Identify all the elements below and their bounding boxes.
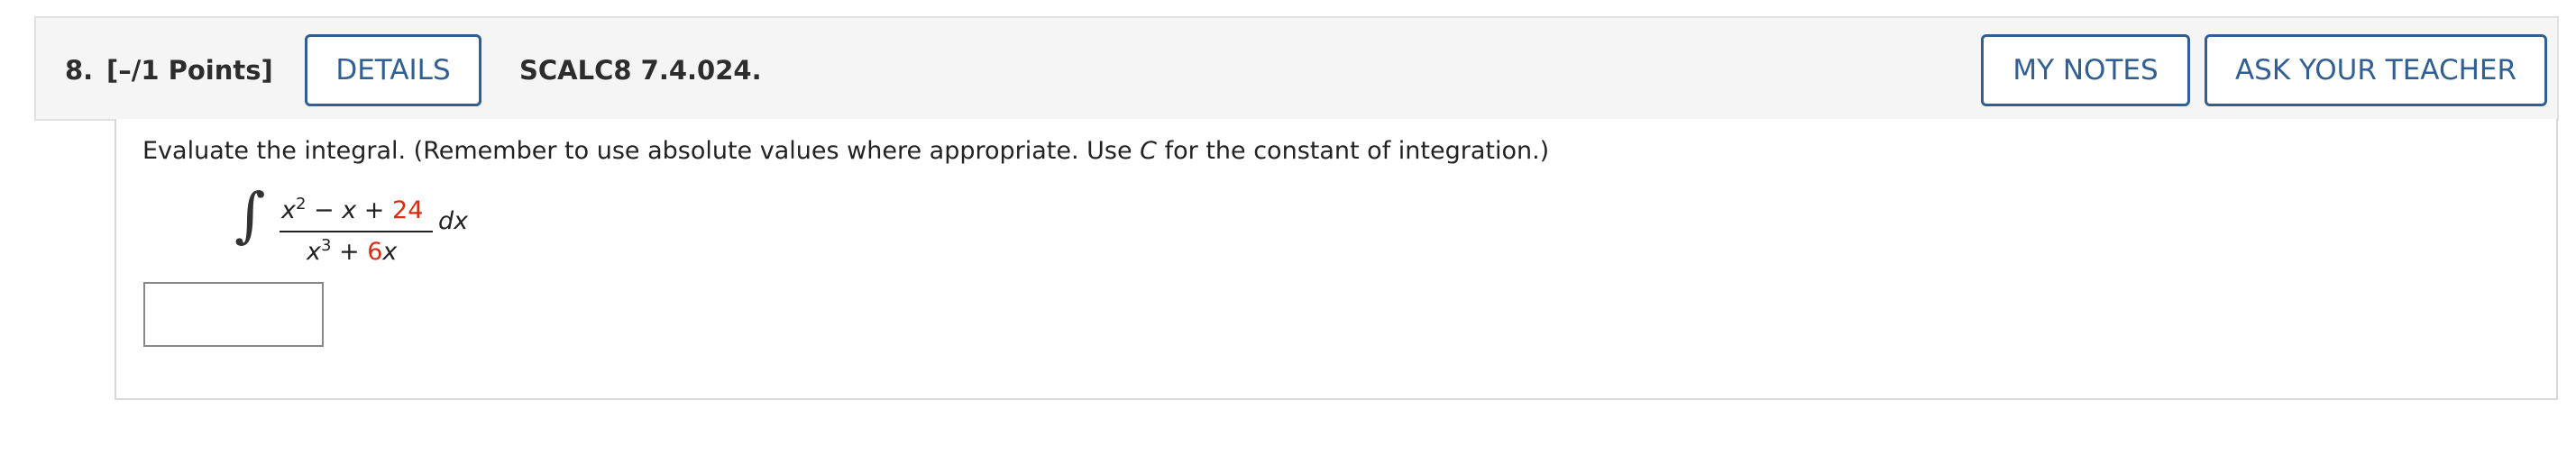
question-code: SCALC8 7.4.024. <box>519 55 762 86</box>
denominator-coefficient: 6 <box>367 238 383 266</box>
ask-your-teacher-button[interactable]: ASK YOUR TEACHER <box>2205 34 2547 106</box>
fraction-bar <box>280 231 433 232</box>
numerator-exponent: 2 <box>295 195 307 214</box>
differential: dx <box>438 207 469 235</box>
prompt-constant-c: C <box>1140 137 1158 165</box>
denominator-plus: + <box>331 238 368 266</box>
denominator-x-cubed-base: x <box>307 238 321 266</box>
my-notes-button[interactable]: MY NOTES <box>1981 34 2190 106</box>
prompt-text-end: for the constant of integration.) <box>1157 137 1550 165</box>
question-number: 8. <box>65 55 94 86</box>
denominator-x: x <box>382 238 398 266</box>
answer-input[interactable] <box>143 282 324 347</box>
integral-sign: ∫ <box>234 180 266 250</box>
numerator-constant: 24 <box>392 196 424 224</box>
details-button[interactable]: DETAILS <box>305 34 481 106</box>
numerator-plus: + <box>356 196 393 224</box>
numerator-x-squared-base: x <box>281 196 296 224</box>
numerator-x: x <box>342 196 357 224</box>
fraction-numerator: x2 − x + 24 <box>281 195 423 224</box>
numerator-minus: − <box>306 196 343 224</box>
prompt-text-start: Evaluate the integral. (Remember to use … <box>142 137 1141 165</box>
question-points: [–/1 Points] <box>106 55 273 86</box>
fraction-denominator: x3 + 6x <box>307 236 397 266</box>
problem-prompt: Evaluate the integral. (Remember to use … <box>142 137 1549 165</box>
integrand-fraction: x2 − x + 24 x3 + 6x <box>274 191 436 272</box>
question-header: 8. [–/1 Points] DETAILS SCALC8 7.4.024. … <box>34 16 2559 121</box>
denominator-exponent: 3 <box>320 236 332 255</box>
